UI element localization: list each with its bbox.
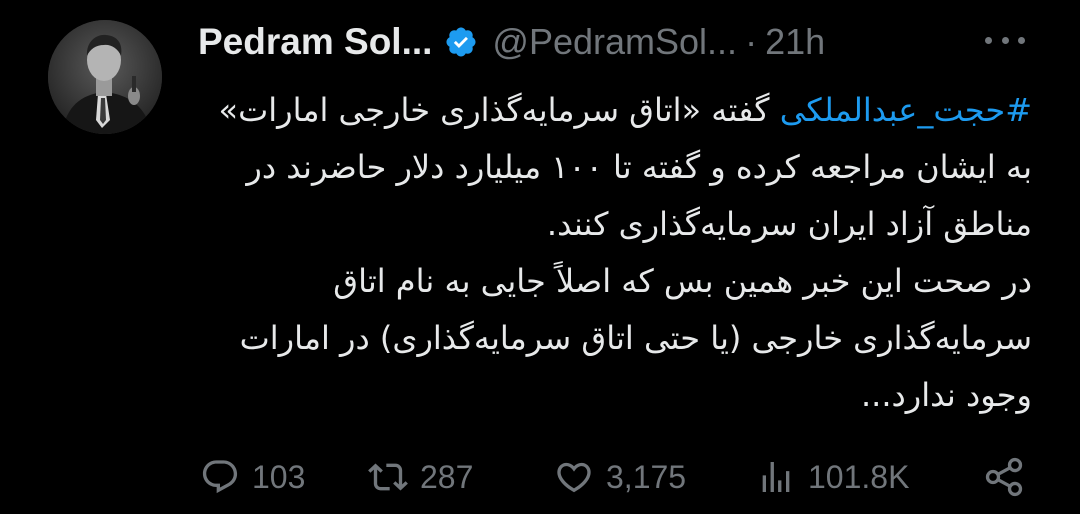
like-button[interactable]: 3,175 <box>554 450 686 504</box>
heart-icon <box>557 462 591 493</box>
timestamp[interactable]: 21h <box>765 21 825 63</box>
reply-count: 103 <box>252 458 306 495</box>
views-count: 101.8K <box>808 458 910 495</box>
avatar-photo-icon <box>48 20 162 134</box>
display-name[interactable]: Pedram Sol... <box>198 21 432 63</box>
share-button[interactable] <box>982 450 1026 504</box>
tweet-text: #حجت_عبدالملکی گفته «اتاق سرمایه‌گذاری خ… <box>196 82 1032 424</box>
hashtag-link[interactable]: #حجت_عبدالملکی <box>780 91 1032 129</box>
retweet-button[interactable]: 287 <box>368 450 473 504</box>
like-count: 3,175 <box>606 458 687 495</box>
reply-icon <box>202 460 238 494</box>
separator-dot: · <box>745 21 758 62</box>
tweet-header: Pedram Sol... @PedramSol... · 21h <box>198 14 825 70</box>
avatar[interactable] <box>48 20 162 134</box>
more-dots-icon[interactable] <box>985 30 1025 50</box>
views-chart-icon <box>762 462 790 492</box>
share-icon <box>985 457 1023 497</box>
reply-button[interactable]: 103 <box>200 450 305 504</box>
tweet-body-second: در صحت این خبر همین بس که اصلاً جایی به … <box>229 262 1032 414</box>
verified-badge-icon[interactable] <box>444 25 478 59</box>
tweet[interactable]: Pedram Sol... @PedramSol... · 21h #حجت_ع… <box>0 0 1080 514</box>
views-button[interactable]: 101.8K <box>756 450 909 504</box>
user-handle[interactable]: @PedramSol... <box>492 21 737 63</box>
retweet-icon <box>368 463 408 491</box>
action-bar: 103 287 3,175 101.8K <box>196 450 1032 504</box>
retweet-count: 287 <box>420 458 474 495</box>
